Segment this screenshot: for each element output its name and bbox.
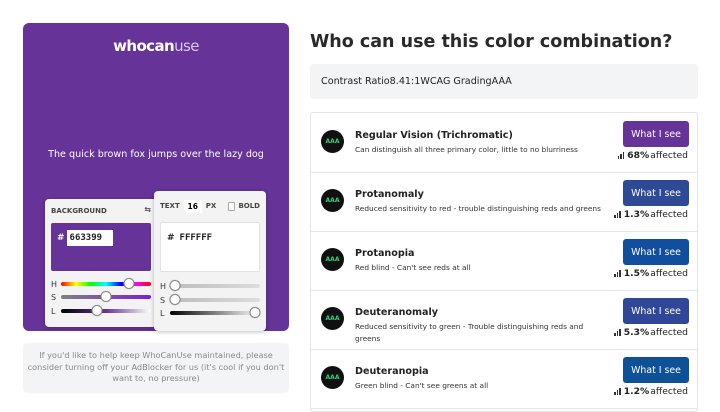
logo-light: use (174, 37, 199, 55)
vision-type-row: AAA Regular Vision (Trichromatic) Can di… (311, 113, 697, 173)
text-hex-input[interactable] (176, 230, 223, 246)
background-lightness-slider[interactable]: L (51, 305, 151, 317)
grade-badge: AAA (321, 248, 344, 271)
text-saturation-slider[interactable]: S (160, 294, 260, 306)
font-size-input[interactable] (183, 199, 202, 213)
background-hash: # (57, 233, 65, 243)
saturation-track[interactable] (169, 294, 260, 305)
vision-type-description: Red blind - Can't see reds at all (355, 263, 471, 272)
saturation-thumb[interactable] (169, 294, 181, 305)
what-i-see-button[interactable]: What I see (623, 239, 689, 265)
grade-badge: AAA (321, 366, 344, 389)
background-hex-box: # (57, 230, 113, 246)
adblock-notice: If you'd like to help keep WhoCanUse mai… (23, 343, 289, 393)
saturation-label: S (51, 292, 57, 302)
affected-percent: 68% (627, 150, 650, 161)
background-panel-header: BACKGROUND ⇆ (51, 204, 151, 218)
bold-label: BOLD (238, 202, 260, 210)
vision-type-description: Can distinguish all three primary color,… (355, 145, 578, 154)
affected-stat: 1.5% affected (614, 268, 688, 279)
vision-type-list: AAA Regular Vision (Trichromatic) Can di… (310, 112, 698, 412)
signal-bars-icon (617, 152, 625, 159)
background-hex-input[interactable] (66, 230, 113, 246)
hue-label: H (51, 279, 58, 289)
text-hex-box: # (167, 230, 223, 246)
lightness-label: L (160, 308, 165, 318)
what-i-see-button[interactable]: What I see (623, 121, 689, 147)
text-lightness-slider[interactable]: L (160, 307, 261, 319)
text-swatch[interactable]: # (160, 222, 260, 272)
vision-type-description: Reduced sensitivity to green - Trouble d… (355, 322, 584, 343)
affected-label: affected (650, 268, 688, 279)
vision-type-name: Protanomaly (355, 189, 424, 200)
affected-percent: 1.3% (623, 209, 650, 220)
what-i-see-button[interactable]: What I see (623, 298, 689, 324)
affected-percent: 1.5% (623, 268, 650, 279)
hue-thumb[interactable] (123, 278, 134, 289)
lightness-label: L (51, 306, 56, 316)
font-size-unit: PX (205, 202, 217, 210)
affected-percent: 5.3% (623, 327, 650, 338)
vision-type-row: AAA Deuteranopia Green blind - Can't see… (311, 349, 697, 409)
affected-stat: 68% affected (617, 150, 688, 161)
signal-bars-icon (614, 388, 621, 395)
what-i-see-button[interactable]: What I see (623, 357, 689, 383)
background-saturation-slider[interactable]: S (51, 291, 151, 303)
vision-type-description: Reduced sensitivity to red - trouble dis… (355, 204, 601, 213)
text-color-panel: TEXT PX BOLD # H S L (154, 191, 266, 331)
grade-badge: AAA (321, 130, 344, 153)
logo[interactable]: whocanuse (23, 37, 289, 55)
swap-icon[interactable]: ⇆ (144, 205, 151, 214)
lightness-thumb[interactable] (249, 307, 261, 318)
vision-type-row: AAA Deuteranomaly Reduced sensitivity to… (311, 290, 697, 350)
affected-percent: 1.2% (623, 386, 650, 397)
vision-type-row: AAA Protanopia Red blind - Can't see red… (311, 231, 697, 291)
lightness-track[interactable] (170, 307, 261, 318)
bold-checkbox[interactable] (228, 201, 236, 211)
background-swatch[interactable]: # (51, 223, 151, 271)
signal-bars-icon (614, 211, 621, 218)
affected-stat: 5.3% affected (614, 327, 688, 338)
affected-stat: 1.2% affected (614, 386, 688, 397)
text-label: TEXT (160, 202, 180, 210)
text-panel-header: TEXT PX BOLD (160, 199, 260, 213)
grade-badge: AAA (321, 189, 344, 212)
signal-bars-icon (614, 329, 621, 336)
saturation-track[interactable] (61, 291, 151, 302)
background-label: BACKGROUND (51, 207, 107, 215)
vision-type-description: Green blind - Can't see greens at all (355, 381, 489, 390)
sample-text: The quick brown fox jumps over the lazy … (48, 149, 264, 160)
hue-track[interactable] (169, 280, 260, 291)
background-color-panel: BACKGROUND ⇆ # H S L (45, 199, 157, 327)
what-i-see-button[interactable]: What I see (623, 180, 689, 206)
affected-label: affected (650, 386, 688, 397)
vision-type-row: AAA Protanomaly Reduced sensitivity to r… (311, 172, 697, 232)
signal-bars-icon (614, 270, 621, 277)
vision-type-name: Protanopia (355, 248, 415, 259)
affected-label: affected (650, 150, 688, 161)
affected-label: affected (650, 327, 688, 338)
text-hash: # (167, 233, 175, 243)
hue-thumb[interactable] (169, 280, 181, 291)
lightness-track[interactable] (61, 305, 151, 316)
hue-track[interactable] (61, 278, 151, 289)
lightness-thumb[interactable] (91, 305, 103, 316)
grade-badge: AAA (321, 307, 344, 330)
vision-type-name: Deuteranopia (355, 366, 429, 377)
background-hue-slider[interactable]: H (51, 278, 151, 290)
vision-type-name: Deuteranomaly (355, 307, 439, 318)
logo-bold: whocan (113, 37, 175, 55)
hue-label: H (160, 281, 167, 291)
affected-label: affected (650, 209, 688, 220)
page-title: Who can use this color combination? (310, 32, 673, 52)
affected-stat: 1.3% affected (614, 209, 688, 220)
text-hue-slider[interactable]: H (160, 280, 260, 292)
vision-type-name: Regular Vision (Trichromatic) (355, 130, 513, 141)
saturation-thumb[interactable] (100, 291, 112, 302)
contrast-ratio-bar: Contrast Ratio8.41:1WCAG GradingAAA (310, 64, 698, 99)
saturation-label: S (160, 295, 166, 305)
